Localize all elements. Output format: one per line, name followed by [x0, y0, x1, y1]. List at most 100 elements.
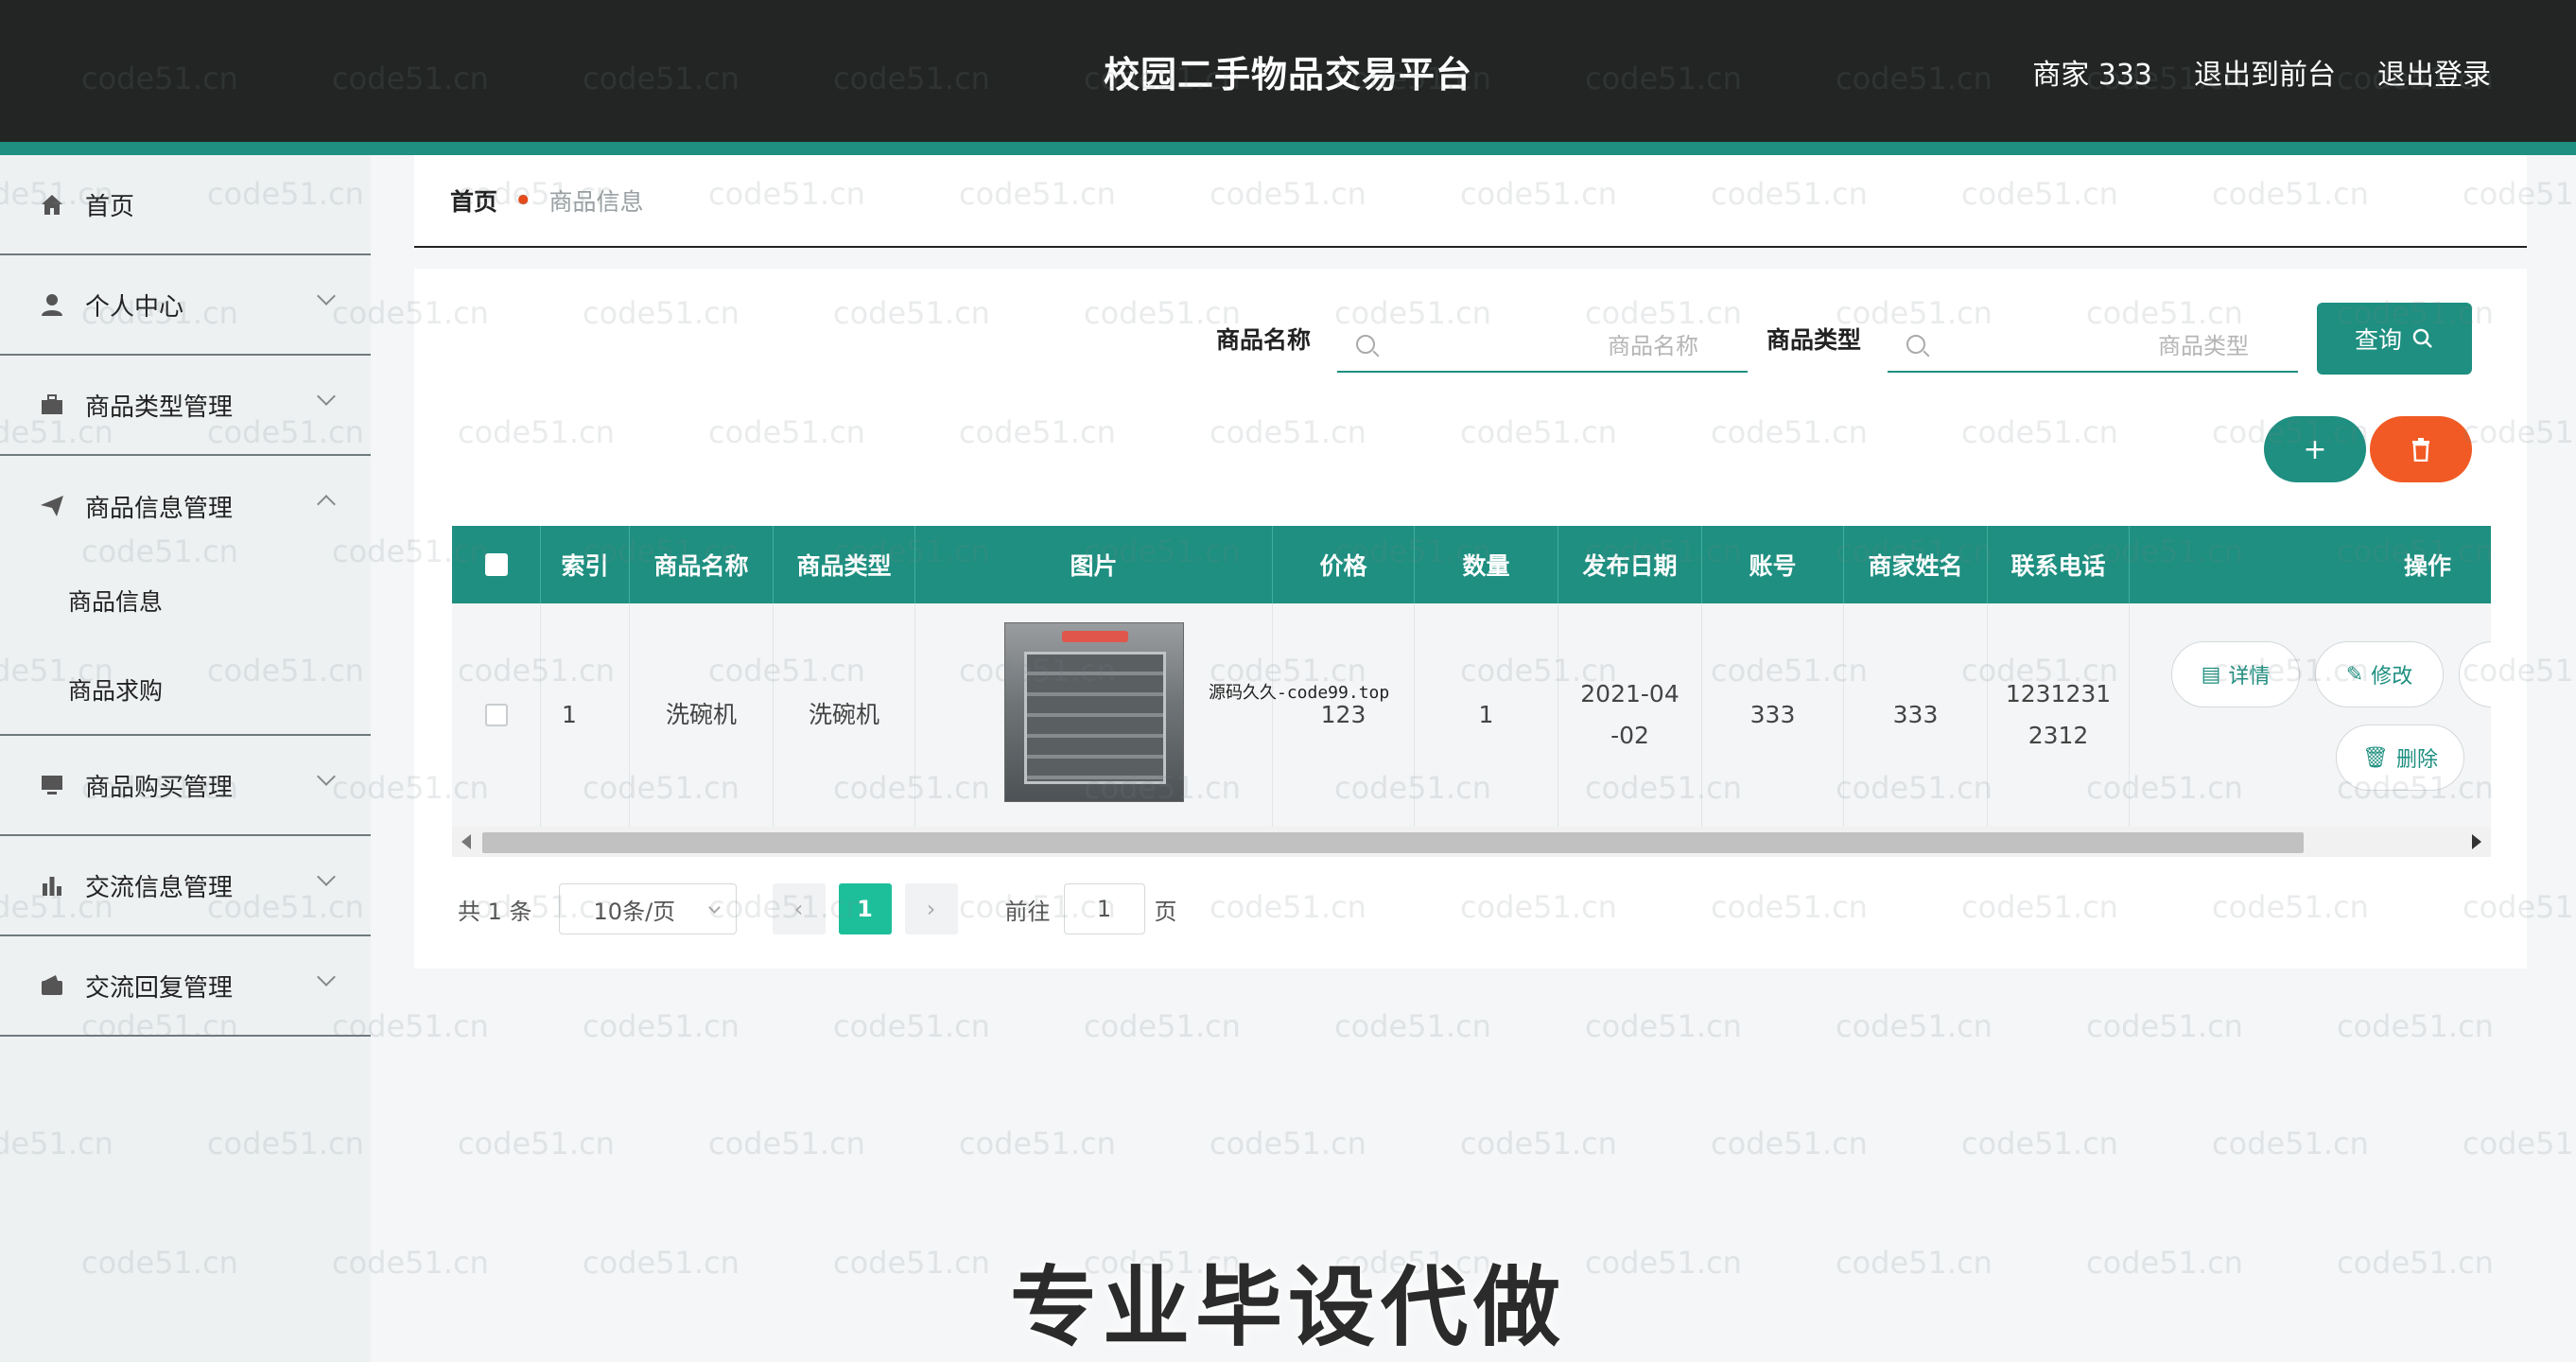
search-name-field[interactable] [1337, 322, 1748, 373]
send-icon [38, 492, 66, 520]
chevron-down-icon [317, 287, 336, 306]
edit-icon: ✎ [2345, 662, 2364, 687]
sidebar-item-label: 商品购买管理 [85, 773, 234, 802]
watermark-text: code51.cn [1210, 1126, 1366, 1161]
horizontal-scrollbar[interactable] [452, 827, 2491, 857]
header-account: 账号 [1702, 526, 1844, 603]
search-icon [2412, 328, 2432, 348]
sidebar-item-category-management[interactable]: 商品类型管理 [0, 356, 371, 456]
header-operations: 操作 [2404, 552, 2452, 580]
watermark-text: code51.cn [2212, 1126, 2369, 1161]
search-type-field[interactable] [1888, 322, 2298, 373]
sidebar-item-home[interactable]: 首页 [0, 155, 371, 255]
delete-button[interactable]: 🗑 删除 [2336, 725, 2464, 791]
row-checkbox[interactable] [484, 704, 508, 726]
briefcase-icon [38, 391, 66, 419]
query-button-label: 查询 [2354, 326, 2402, 354]
product-image[interactable] [1004, 622, 1184, 802]
scroll-thumb[interactable] [482, 832, 2304, 853]
next-page-button[interactable]: › [904, 883, 958, 934]
search-name-label: 商品名称 [1216, 326, 1312, 354]
page-unit-label: 页 [1154, 898, 1177, 925]
watermark-text: code51.cn [2086, 1008, 2243, 1044]
batch-delete-button[interactable] [2370, 416, 2472, 482]
cell-type: 洗碗机 [774, 603, 915, 827]
watermark-text: code51.cn [1961, 1126, 2118, 1161]
total-count: 共 1 条 [458, 898, 532, 925]
sidebar-item-label: 交流信息管理 [85, 873, 234, 902]
monitor-icon [38, 771, 66, 799]
watermark-text: code51.cn [1711, 1126, 1868, 1161]
goto-label: 前往 [1004, 898, 1051, 925]
watermark-text: code51.cn [458, 1126, 615, 1161]
home-icon [38, 190, 66, 218]
header-links: 商家 333 退出到前台 退出登录 [2032, 51, 2491, 93]
row-select-cell[interactable] [452, 603, 541, 827]
current-user-label: 商家 333 [2032, 59, 2152, 92]
cell-phone: 1231231 2312 [1988, 603, 2130, 827]
prev-page-button[interactable]: ‹ [772, 883, 826, 934]
chevron-down-icon [317, 867, 336, 886]
watermark-text: code51.cn [959, 1126, 1116, 1161]
phone-line: 1231231 [2005, 680, 2112, 707]
header-merchant: 商家姓名 [1844, 526, 1988, 603]
trash-icon: 🗑 [2362, 745, 2389, 770]
sidebar-item-product-management[interactable]: 商品信息管理 [0, 456, 371, 556]
header-image: 图片 [915, 526, 1273, 603]
image-detail [1062, 631, 1128, 642]
sidebar-item-reply-management[interactable]: 交流回复管理 [0, 936, 371, 1037]
sidebar-item-personal-center[interactable]: 个人中心 [0, 255, 371, 356]
sidebar-item-exchange-info[interactable]: 交流信息管理 [0, 836, 371, 936]
search-icon [1906, 335, 1925, 354]
breadcrumb-separator-icon: ⚫ [514, 188, 532, 213]
cell-operations [2130, 603, 2491, 827]
select-all-checkbox[interactable] [484, 553, 508, 576]
header-quantity: 数量 [1415, 526, 1558, 603]
breadcrumb-home[interactable]: 首页 [450, 183, 497, 218]
page-size-select[interactable]: 10条/页 [558, 883, 737, 934]
page-number-button[interactable]: 1 [838, 883, 892, 934]
submenu-item-product-wanted[interactable]: 商品求购 [0, 645, 371, 734]
cell-price: 123 [1273, 603, 1415, 827]
cell-quantity: 1 [1415, 603, 1558, 827]
pagination: 共 1 条 10条/页 ‹ 1 › 前往 1 页 [458, 883, 1177, 934]
query-button[interactable]: 查询 [2317, 303, 2472, 375]
wallet-icon [38, 971, 66, 1000]
table-row: 1 洗碗机 洗碗机 源码久久-code99.top 123 1 2021-04 … [452, 603, 2491, 827]
sidebar-item-purchase-management[interactable]: 商品购买管理 [0, 736, 371, 836]
date-line: -02 [1610, 722, 1649, 749]
submenu-item-product-info[interactable]: 商品信息 [0, 556, 371, 645]
search-type-label: 商品类型 [1767, 326, 1862, 354]
breadcrumb: 首页 ⚫ 商品信息 [414, 155, 2527, 248]
goto-page-input[interactable]: 1 [1063, 883, 1145, 934]
chevron-down-icon [317, 968, 336, 987]
chevron-down-icon [317, 387, 336, 406]
watermark-text: code51.cn [583, 1008, 740, 1044]
trash-icon [2412, 438, 2429, 462]
watermark-text: code51.cn [2337, 1008, 2494, 1044]
plus-icon: + [2303, 432, 2327, 466]
scroll-left-icon[interactable] [461, 834, 471, 849]
edit-button[interactable]: ✎ 修改 [2315, 641, 2444, 707]
logout-link[interactable]: 退出登录 [2377, 51, 2491, 93]
search-type-input[interactable] [1888, 322, 2298, 371]
promo-banner-text: 专业毕设代做 [1009, 1257, 1566, 1358]
delete-button-label: 删除 [2395, 748, 2438, 772]
phone-line: 2312 [2028, 722, 2089, 749]
sidebar-item-label: 商品信息管理 [85, 494, 234, 523]
search-icon [1356, 335, 1375, 354]
header-select-all[interactable] [452, 526, 541, 603]
exit-to-frontend-link[interactable]: 退出到前台 [2194, 51, 2336, 93]
add-button[interactable]: + [2264, 416, 2366, 482]
watermark-text: code51.cn [708, 1126, 865, 1161]
header-name: 商品名称 [630, 526, 774, 603]
header-accent-bar [0, 142, 2576, 155]
bar-chart-icon [38, 871, 66, 899]
cell-merchant: 333 [1844, 603, 1988, 827]
scroll-right-icon[interactable] [2472, 834, 2481, 849]
document-icon: ▤ [2201, 662, 2221, 687]
watermark-text: code51.cn [1460, 1126, 1617, 1161]
detail-button[interactable]: ▤ 详情 [2171, 641, 2300, 707]
search-name-input[interactable] [1337, 322, 1748, 371]
top-header: 校园二手物品交易平台 商家 333 退出到前台 退出登录 [0, 0, 2576, 142]
